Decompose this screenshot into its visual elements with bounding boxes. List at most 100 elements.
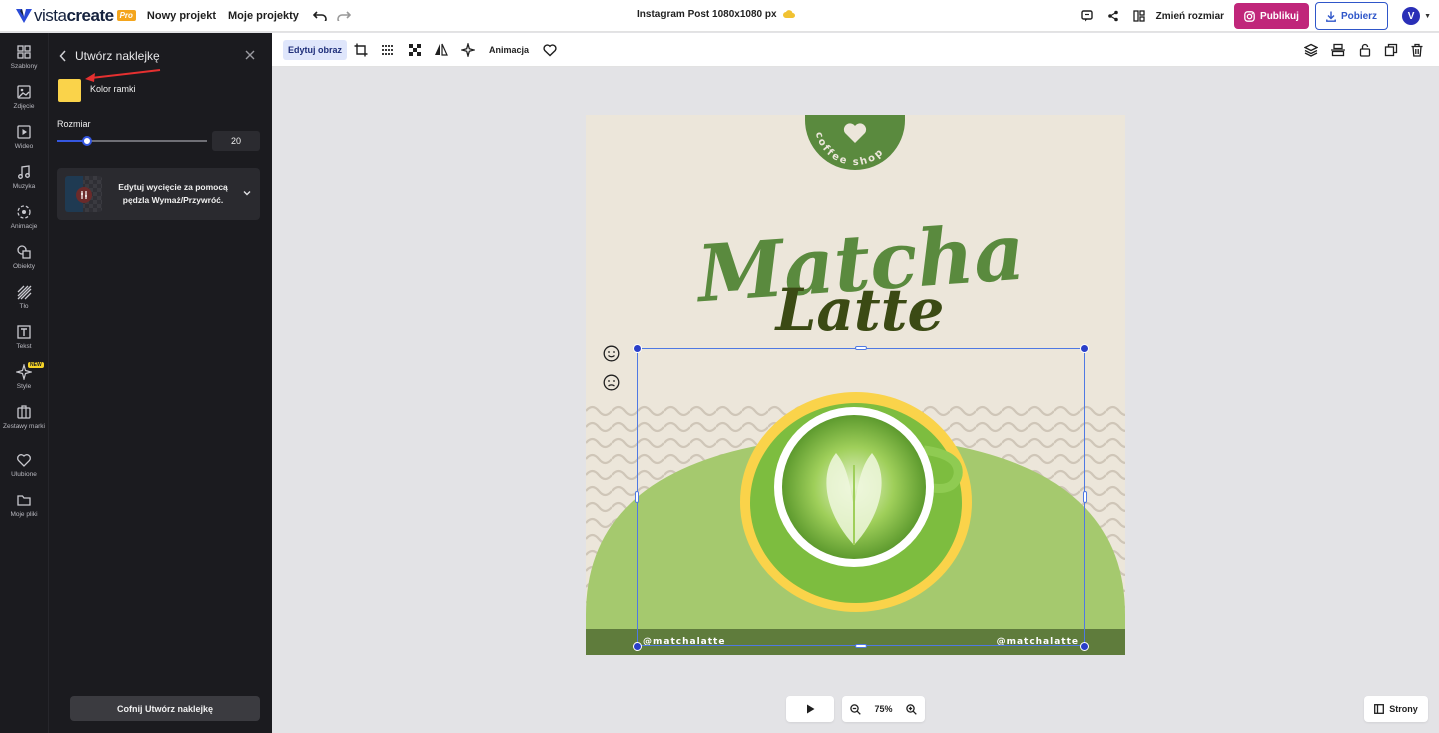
nav-item-templates[interactable]: Szablony xyxy=(0,44,48,71)
frown-face-icon[interactable] xyxy=(603,374,620,391)
download-button[interactable]: Pobierz xyxy=(1314,2,1389,30)
align-icon[interactable] xyxy=(1331,43,1345,57)
resize-handle-right[interactable] xyxy=(1083,491,1087,503)
top-right-actions: Zmień rozmiar Publikuj Pobierz V ▼ xyxy=(1074,2,1431,30)
trash-icon[interactable] xyxy=(1410,43,1424,57)
nav-item-animations[interactable]: Animacje xyxy=(0,204,48,231)
zoom-out-icon[interactable] xyxy=(850,703,861,715)
publish-button[interactable]: Publikuj xyxy=(1234,3,1309,29)
new-project-link[interactable]: Nowy projekt xyxy=(147,10,216,22)
layout-icon xyxy=(1133,10,1145,22)
download-icon xyxy=(1326,11,1336,22)
user-avatar[interactable]: V xyxy=(1402,7,1421,25)
layout-button[interactable] xyxy=(1126,3,1152,29)
undo-icon xyxy=(312,10,327,21)
image-icon xyxy=(17,85,31,99)
crop-icon[interactable] xyxy=(354,43,368,57)
nav-item-my-files[interactable]: Moje pliki xyxy=(0,492,48,519)
chevron-left-icon[interactable] xyxy=(59,50,67,62)
document-title[interactable]: Instagram Post 1080x1080 px xyxy=(637,9,795,20)
sticker-panel: Utwórz naklejkę Kolor ramki Rozmiar 20 E… xyxy=(48,33,272,733)
adjust-icon[interactable] xyxy=(381,43,395,57)
resize-handle-left[interactable] xyxy=(635,491,639,503)
my-projects-link[interactable]: Moje projekty xyxy=(228,10,299,22)
logo-mark-icon xyxy=(16,8,32,23)
nav-item-text[interactable]: Tekst xyxy=(0,324,48,351)
download-label: Pobierz xyxy=(1340,10,1378,22)
image-toolbar: Edytuj obraz Animacja xyxy=(272,33,1439,67)
play-icon xyxy=(806,704,814,714)
nav-label: Animacje xyxy=(10,223,38,230)
zoom-value[interactable]: 75% xyxy=(874,704,892,714)
undo-sticker-button[interactable]: Cofnij Utwórz naklejkę xyxy=(70,696,260,721)
animation-button[interactable]: Animacja xyxy=(489,45,529,55)
smile-face-icon[interactable] xyxy=(603,345,620,362)
redo-icon xyxy=(337,10,351,21)
resize-handle-top[interactable] xyxy=(855,346,867,350)
comments-button[interactable] xyxy=(1074,3,1100,29)
pro-badge: Pro xyxy=(116,10,136,21)
video-icon xyxy=(17,125,31,139)
new-badge: NEW xyxy=(28,362,44,368)
share-button[interactable] xyxy=(1100,3,1126,29)
nav-item-photos[interactable]: Zdjęcie xyxy=(0,84,48,111)
eraser-thumbnail xyxy=(65,176,102,212)
resize-handle-bottom-left[interactable] xyxy=(633,642,642,651)
zoom-in-icon[interactable] xyxy=(906,703,917,715)
frame-color-swatch[interactable] xyxy=(58,79,81,102)
duplicate-icon[interactable] xyxy=(1384,43,1398,57)
briefcase-icon xyxy=(17,405,31,419)
transparency-icon[interactable] xyxy=(408,43,422,57)
resize-handle-bottom-right[interactable] xyxy=(1080,642,1089,651)
eraser-tool-card[interactable]: Edytuj wycięcie za pomocą pędzla Wymaż/P… xyxy=(57,168,260,220)
resize-handle-top-left[interactable] xyxy=(633,344,642,353)
resize-handle-bottom[interactable] xyxy=(855,644,867,648)
nav-item-favorites[interactable]: Ulubione xyxy=(0,452,48,479)
selection-box[interactable] xyxy=(637,348,1085,646)
pages-button[interactable]: Strony xyxy=(1364,696,1428,722)
nav-item-style[interactable]: NEW Style xyxy=(0,362,48,391)
redo-button[interactable] xyxy=(335,7,353,25)
comment-icon xyxy=(1080,10,1093,22)
grid-icon xyxy=(17,45,31,59)
play-button[interactable] xyxy=(786,696,834,722)
nav-item-brand-kits[interactable]: Zestawy marki xyxy=(0,404,48,431)
undo-button[interactable] xyxy=(311,7,329,25)
nav-item-video[interactable]: Wideo xyxy=(0,124,48,151)
resize-handle-top-right[interactable] xyxy=(1080,344,1089,353)
layers-icon[interactable] xyxy=(1304,43,1318,57)
nav-label: Moje pliki xyxy=(10,511,38,518)
vistacreate-logo[interactable]: vistacreate Pro xyxy=(16,6,136,26)
nav-item-objects[interactable]: Obiekty xyxy=(0,244,48,271)
effects-sparkle-icon[interactable] xyxy=(461,43,475,57)
nav-label: Muzyka xyxy=(12,183,36,190)
top-bar: vistacreate Pro Nowy projekt Moje projek… xyxy=(0,0,1439,32)
chevron-down-icon[interactable] xyxy=(243,189,251,197)
objects-icon xyxy=(17,245,31,259)
eraser-tool-text: Edytuj wycięcie za pomocą pędzla Wymaż/P… xyxy=(118,182,228,205)
music-icon xyxy=(18,165,30,179)
nav-label: Szablony xyxy=(10,63,38,70)
flip-icon[interactable] xyxy=(434,43,448,57)
nav-label: Ulubione xyxy=(11,471,37,478)
size-value-input[interactable]: 20 xyxy=(212,131,260,151)
lock-icon[interactable] xyxy=(1358,43,1372,57)
close-icon[interactable] xyxy=(244,49,256,61)
nav-item-music[interactable]: Muzyka xyxy=(0,164,48,191)
publish-label: Publikuj xyxy=(1260,10,1299,22)
nav-label: Tło xyxy=(19,303,29,310)
favorite-heart-icon[interactable] xyxy=(543,43,557,57)
resize-button[interactable]: Zmień rozmiar xyxy=(1156,11,1224,22)
text-icon xyxy=(17,325,31,339)
size-slider-thumb[interactable] xyxy=(82,136,92,146)
edit-image-button[interactable]: Edytuj obraz xyxy=(283,40,348,60)
nav-item-background[interactable]: Tło xyxy=(0,284,48,311)
folder-icon xyxy=(17,495,31,506)
left-navigation: Szablony Zdjęcie Wideo Muzyka Animacje O… xyxy=(0,33,48,733)
nav-label: Wideo xyxy=(14,143,34,150)
panel-title: Utwórz naklejkę xyxy=(75,49,160,63)
chevron-down-icon[interactable]: ▼ xyxy=(1424,13,1431,20)
size-slider[interactable] xyxy=(57,136,207,146)
share-icon xyxy=(1107,10,1118,22)
animation-icon xyxy=(17,205,31,219)
